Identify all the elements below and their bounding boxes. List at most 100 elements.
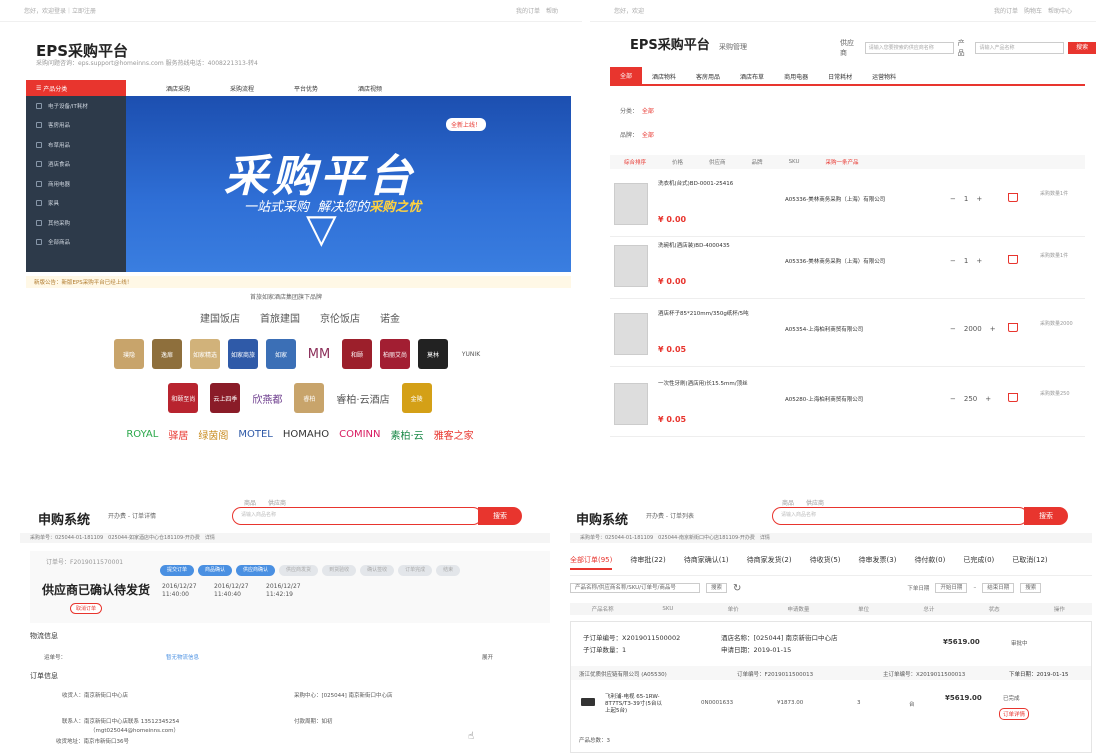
product-search-input[interactable]: 请输入产品名称 xyxy=(975,42,1065,54)
brand-logo[interactable]: 如家 xyxy=(266,339,296,369)
tab-pending-receive[interactable]: 待收货(5) xyxy=(810,555,841,570)
brand-logo[interactable]: MOTEL xyxy=(238,427,273,442)
brand-logo[interactable]: 睿柏·云酒店 xyxy=(336,383,389,413)
nav-item-process[interactable]: 采购流程 xyxy=(230,84,254,93)
refresh-icon[interactable]: ↻ xyxy=(733,583,741,594)
brand-logo[interactable]: 绿茵阁 xyxy=(198,427,228,442)
item-name[interactable]: 飞利浦-电视 65-1RW-8T7TS/T3-39寸(5台以上起5台) xyxy=(605,694,667,715)
nav-item-video[interactable]: 酒店视频 xyxy=(358,84,382,93)
sidebar-item[interactable]: 商用电器 xyxy=(26,174,126,194)
product-image[interactable] xyxy=(614,245,648,287)
nav-item-advantage[interactable]: 平台优势 xyxy=(294,84,318,93)
tab-pending-approval[interactable]: 待审批(22) xyxy=(630,555,665,570)
cancel-order-button[interactable]: 取消订单 xyxy=(70,603,103,614)
cart-icon[interactable] xyxy=(1008,393,1018,402)
brand-logo[interactable]: 驿居 xyxy=(168,427,188,442)
sort-single[interactable]: 采购一条产品 xyxy=(826,158,859,166)
topbar-links[interactable]: 我的订单 帮助 xyxy=(516,6,558,15)
sidebar-item[interactable]: 布草用品 xyxy=(26,135,126,155)
tab-all[interactable]: 全部 xyxy=(610,67,643,84)
category-menu[interactable]: ☰ 产品分类 xyxy=(26,80,126,96)
product-name[interactable]: 洗碗机(酒店装)BD-4000435 xyxy=(658,241,730,249)
brand-logo[interactable]: 睿柏 xyxy=(294,383,325,413)
tab-linen[interactable]: 酒店布草 xyxy=(730,72,774,84)
tab-hotel-material[interactable]: 酒店物料 xyxy=(642,72,686,84)
sort-price[interactable]: 价格 xyxy=(672,158,683,166)
quantity-stepper[interactable]: −250 + xyxy=(950,395,991,403)
quantity-stepper[interactable]: −2000 + xyxy=(950,325,996,333)
tab-appliance[interactable]: 商用电器 xyxy=(774,72,818,84)
brand-logo[interactable]: 欣燕都 xyxy=(252,383,282,413)
cart-icon[interactable] xyxy=(1008,323,1018,332)
brand-logo[interactable]: 如家商旅 xyxy=(228,339,258,369)
tab-pending-invoice[interactable]: 待审发票(3) xyxy=(859,555,897,570)
quantity-stepper[interactable]: −1 + xyxy=(950,195,982,203)
filter-search-button[interactable]: 搜索 xyxy=(706,583,728,593)
product-image[interactable] xyxy=(614,183,648,225)
brand-logo[interactable]: 云上四季 xyxy=(210,383,241,413)
tab-operation[interactable]: 运营物料 xyxy=(862,72,906,84)
search-tab-product[interactable]: 商品 xyxy=(244,498,256,507)
cart-icon[interactable] xyxy=(1008,255,1018,264)
search-tab-supplier[interactable]: 供应商 xyxy=(268,498,286,507)
brand-logo[interactable]: 金陵 xyxy=(401,383,432,413)
filter-value[interactable]: 全部 xyxy=(642,132,654,139)
sidebar-item[interactable]: 电子设备/IT耗材 xyxy=(26,96,126,116)
topbar-links[interactable]: 我的订单 购物车 帮助中心 xyxy=(994,6,1072,15)
sidebar-item[interactable]: 酒店食品 xyxy=(26,155,126,175)
brand-logo[interactable]: 诺金 xyxy=(380,310,400,325)
brand-logo[interactable]: 首旅建国 xyxy=(260,310,300,325)
filter-value[interactable]: 全部 xyxy=(642,108,654,115)
tab-all-orders[interactable]: 全部订单(95) xyxy=(570,555,613,570)
brand-logo[interactable]: MM xyxy=(304,339,334,369)
tab-pending-confirm[interactable]: 待商家确认(1) xyxy=(684,555,729,570)
search-tab-product[interactable]: 商品 xyxy=(782,498,794,507)
order-search-input[interactable]: 产品名称/供应商名称/SKU/订单号/商品号 xyxy=(570,583,700,593)
product-image[interactable] xyxy=(614,383,648,425)
sort-brand[interactable]: 品牌 xyxy=(752,158,763,166)
date-search-button[interactable]: 搜索 xyxy=(1020,583,1042,593)
product-image[interactable] xyxy=(614,313,648,355)
sort-supplier[interactable]: 供应商 xyxy=(709,158,726,166)
supplier-search-input[interactable]: 请输入您要搜索的供应商名称 xyxy=(864,42,954,54)
tab-room-supplies[interactable]: 客房用品 xyxy=(686,72,730,84)
login-links[interactable]: 您好，欢迎登录｜立即注册 xyxy=(24,6,96,15)
sidebar-item[interactable]: 家具 xyxy=(26,194,126,214)
brand-logo[interactable]: YUNIK xyxy=(456,339,486,369)
tab-completed[interactable]: 已完成(0) xyxy=(963,555,994,570)
search-input[interactable]: 请输入商品名称 xyxy=(772,507,1028,525)
quantity-stepper[interactable]: −1 + xyxy=(950,257,982,265)
brand-logo[interactable]: 京伦饭店 xyxy=(320,310,360,325)
brand-logo[interactable]: HOMAHO xyxy=(283,427,329,442)
tab-cancelled[interactable]: 已取消(12) xyxy=(1012,555,1047,570)
cart-icon[interactable] xyxy=(1008,193,1018,202)
notice-bar[interactable]: 新版公告：新版EPS采购平台已经上线！ xyxy=(26,276,571,288)
tab-pending-pay[interactable]: 待付款(0) xyxy=(914,555,945,570)
brand-logo[interactable]: ROYAL xyxy=(126,427,158,442)
brand-logo[interactable]: COMINN xyxy=(339,427,380,442)
product-name[interactable]: 酒店杯子85*210mm/350g纸杯/5吨 xyxy=(658,309,749,317)
sidebar-item[interactable]: 客房用品 xyxy=(26,116,126,136)
expand-button[interactable]: 展开 xyxy=(482,653,493,661)
date-from-input[interactable]: 开始日期 xyxy=(935,583,968,593)
brand-logo[interactable]: 和颐至尚 xyxy=(168,383,199,413)
brand-logo[interactable]: 逸扉 xyxy=(152,339,182,369)
nav-item-hotel-purchase[interactable]: 酒店采购 xyxy=(166,84,190,93)
product-name[interactable]: 一次性牙刷(酒店用)长15.5mm/顶丝 xyxy=(658,379,748,387)
sidebar-item[interactable]: 全部商品 xyxy=(26,233,126,253)
brand-logo[interactable]: 柏丽艾尚 xyxy=(380,339,410,369)
brand-logo[interactable]: 如家精选 xyxy=(190,339,220,369)
brand-logo[interactable]: 建国饭店 xyxy=(200,310,240,325)
brand-logo[interactable]: 莫林 xyxy=(418,339,448,369)
search-button[interactable]: 搜索 xyxy=(1068,42,1096,54)
sidebar-item[interactable]: 其他采购 xyxy=(26,213,126,233)
sort-sku[interactable]: SKU xyxy=(789,159,800,165)
search-button[interactable]: 搜索 xyxy=(1024,507,1068,525)
product-name[interactable]: 洗衣机(台式)BD-0001-25416 xyxy=(658,179,733,187)
sort-default[interactable]: 综合排序 xyxy=(624,158,646,166)
date-to-input[interactable]: 结束日期 xyxy=(982,583,1015,593)
search-button[interactable]: 搜索 xyxy=(478,507,522,525)
site-logo[interactable]: EPS采购平台 xyxy=(630,38,710,53)
order-detail-button[interactable]: 订单详情 xyxy=(999,708,1030,720)
system-title[interactable]: 申购系统 xyxy=(38,509,90,528)
